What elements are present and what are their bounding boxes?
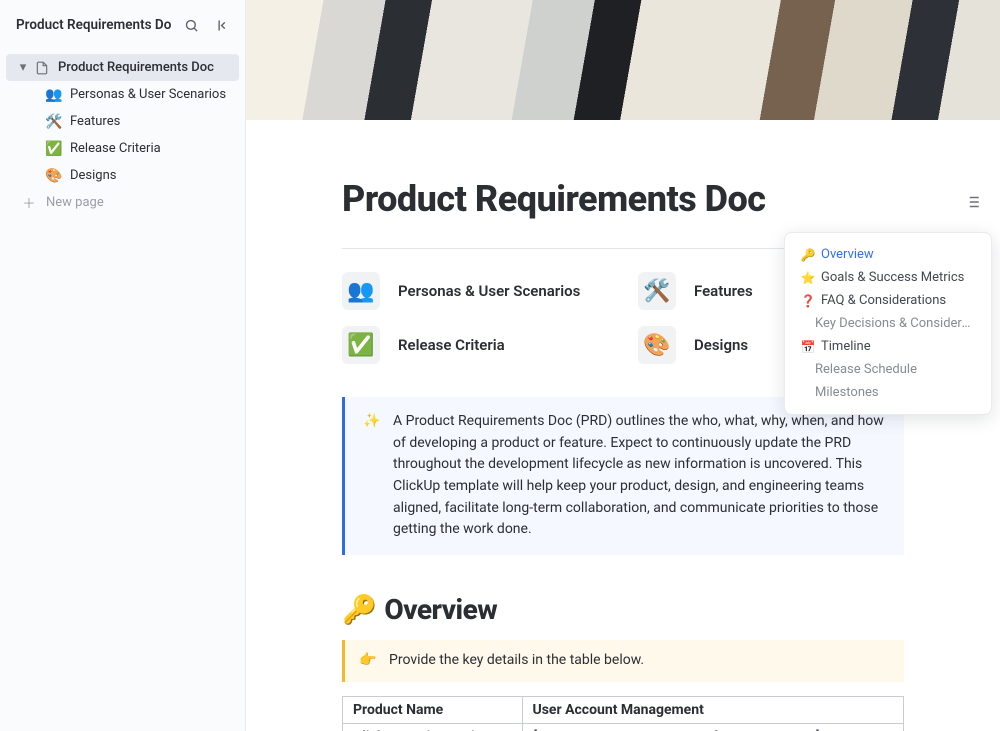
toc-label: Milestones: [815, 385, 879, 400]
point-right-icon: 👉: [359, 650, 377, 672]
toc-item-release-schedule[interactable]: Release Schedule: [789, 358, 987, 381]
card-release-criteria[interactable]: ✅ Release Criteria: [342, 323, 608, 367]
card-label: Features: [694, 282, 753, 300]
document-body: Product Requirements Doc 👥 Personas & Us…: [246, 120, 1000, 731]
table-row[interactable]: Product Name User Account Management: [343, 696, 904, 723]
cover-image[interactable]: [246, 0, 1000, 120]
toc-label: Timeline: [821, 339, 871, 354]
card-personas[interactable]: 👥 Personas & User Scenarios: [342, 269, 608, 313]
intro-callout[interactable]: ✨ A Product Requirements Doc (PRD) outli…: [342, 397, 904, 555]
page-tree: ▾ Product Requirements Doc 👥 Personas & …: [0, 50, 245, 220]
toc-label: Key Decisions & Consideratio...: [815, 316, 975, 331]
calendar-icon: 📅: [801, 340, 815, 354]
tree-item-designs[interactable]: 🎨 Designs: [6, 162, 239, 189]
cell-key[interactable]: ClickUp Project/Epic: [343, 723, 523, 731]
sidebar-title: Product Requirements Doc: [16, 17, 171, 33]
overview-heading[interactable]: 🔑 Overview: [342, 593, 904, 626]
tree-item-label: Designs: [70, 168, 116, 183]
toc-item-milestones[interactable]: Milestones: [789, 381, 987, 404]
check-icon: ✅: [342, 326, 380, 364]
page-title[interactable]: Product Requirements Doc: [342, 178, 904, 220]
table-row[interactable]: ClickUp Project/Epic [Link to the ClickU…: [343, 723, 904, 731]
main-content: Product Requirements Doc 👥 Personas & Us…: [246, 0, 1000, 731]
key-icon: 🔑: [342, 593, 376, 626]
tree-item-label: Release Criteria: [70, 141, 161, 156]
plus-icon: ＋: [22, 193, 36, 212]
tree-item-release-criteria[interactable]: ✅ Release Criteria: [6, 135, 239, 162]
key-icon: 🔑: [801, 248, 815, 262]
card-label: Designs: [694, 336, 748, 354]
toc-item-goals[interactable]: ⭐ Goals & Success Metrics: [789, 266, 987, 289]
search-icon[interactable]: [179, 13, 203, 37]
tools-icon: 🛠️: [44, 114, 64, 130]
sidebar-header: Product Requirements Doc: [0, 0, 245, 50]
tree-item-label: Personas & User Scenarios: [70, 87, 226, 102]
toc-label: Goals & Success Metrics: [821, 270, 964, 285]
tree-item-personas[interactable]: 👥 Personas & User Scenarios: [6, 81, 239, 108]
question-icon: ❓: [801, 294, 815, 308]
new-page-label: New page: [46, 195, 104, 210]
palette-icon: 🎨: [44, 168, 64, 184]
toc-toggle-button[interactable]: [960, 190, 984, 214]
cell-value[interactable]: User Account Management: [522, 696, 903, 723]
toc-item-overview[interactable]: 🔑 Overview: [789, 243, 987, 266]
new-page-button[interactable]: ＋ New page: [6, 189, 239, 216]
overview-tip-callout[interactable]: 👉 Provide the key details in the table b…: [342, 640, 904, 682]
chevron-down-icon[interactable]: ▾: [16, 60, 30, 75]
cell-value[interactable]: [Link to the ClickUp location of the pro…: [522, 723, 903, 731]
overview-table[interactable]: Product Name User Account Management Cli…: [342, 696, 904, 731]
content-scroll[interactable]: Product Requirements Doc 👥 Personas & Us…: [246, 120, 1000, 731]
toc-label: Release Schedule: [815, 362, 917, 377]
toc-label: Overview: [821, 247, 874, 262]
card-label: Personas & User Scenarios: [398, 282, 580, 300]
tree-item-features[interactable]: 🛠️ Features: [6, 108, 239, 135]
toc-item-timeline[interactable]: 📅 Timeline: [789, 335, 987, 358]
heading-text: Overview: [384, 593, 497, 626]
tools-icon: 🛠️: [638, 272, 676, 310]
callout-text: A Product Requirements Doc (PRD) outline…: [393, 411, 886, 541]
personas-icon: 👥: [342, 272, 380, 310]
palette-icon: 🎨: [638, 326, 676, 364]
sidebar: Product Requirements Doc ▾ Product Requi…: [0, 0, 246, 731]
toc-panel: 🔑 Overview ⭐ Goals & Success Metrics ❓ F…: [784, 232, 992, 415]
tree-item-label: Product Requirements Doc: [58, 60, 214, 75]
page-icon: [32, 61, 52, 75]
check-icon: ✅: [44, 141, 64, 157]
cell-key[interactable]: Product Name: [343, 696, 523, 723]
collapse-sidebar-icon[interactable]: [211, 13, 235, 37]
tip-text: Provide the key details in the table bel…: [389, 650, 644, 672]
toc-item-faq[interactable]: ❓ FAQ & Considerations: [789, 289, 987, 312]
toc-label: FAQ & Considerations: [821, 293, 946, 308]
tree-item-label: Features: [70, 114, 120, 129]
card-label: Release Criteria: [398, 336, 505, 354]
personas-icon: 👥: [44, 87, 64, 103]
sparkles-icon: ✨: [363, 411, 381, 541]
tree-item-prd[interactable]: ▾ Product Requirements Doc: [6, 54, 239, 81]
toc-item-key-decisions[interactable]: Key Decisions & Consideratio...: [789, 312, 987, 335]
star-icon: ⭐: [801, 271, 815, 285]
